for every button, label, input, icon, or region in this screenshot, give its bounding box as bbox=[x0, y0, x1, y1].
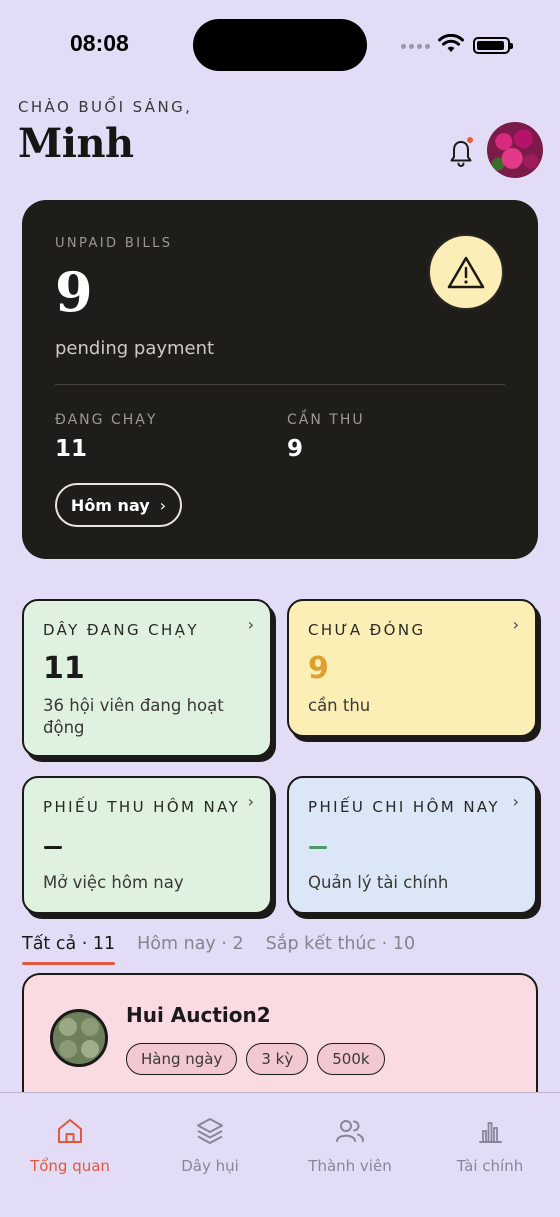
card-subtitle: Mở việc hôm nay bbox=[43, 873, 184, 892]
running-value: 11 bbox=[55, 436, 88, 462]
battery-icon bbox=[473, 37, 513, 54]
card-subtitle: cần thu bbox=[308, 696, 371, 715]
nav-label: Dây hụi bbox=[181, 1157, 239, 1175]
filter-tabs: Tất cả · 11 Hôm nay · 2 Sắp kết thúc · 1… bbox=[22, 934, 415, 965]
to-collect-label: CẦN THU bbox=[287, 412, 365, 428]
warning-icon bbox=[447, 256, 485, 289]
unpaid-card[interactable]: CHƯA ĐÓNG › 9 cần thu bbox=[287, 599, 537, 737]
tab-today[interactable]: Hôm nay · 2 bbox=[137, 934, 243, 963]
tab-ending-soon[interactable]: Sắp kết thúc · 10 bbox=[266, 934, 415, 963]
to-collect-value: 9 bbox=[287, 436, 304, 462]
running-label: ĐANG CHẠY bbox=[55, 412, 158, 428]
chevron-right-icon: › bbox=[159, 495, 167, 515]
today-button[interactable]: Hôm nay › bbox=[55, 483, 182, 527]
dynamic-island bbox=[193, 19, 367, 71]
status-bar: 08:08 bbox=[0, 0, 560, 90]
nav-overview[interactable]: Tổng quan bbox=[0, 1115, 140, 1175]
group-tags: Hàng ngày 3 kỳ 500k bbox=[126, 1043, 385, 1075]
card-value: 11 bbox=[43, 651, 85, 686]
card-subtitle: 36 hội viên đang hoạt động bbox=[43, 696, 224, 737]
today-button-label: Hôm nay bbox=[70, 495, 150, 515]
amount-tag: 500k bbox=[317, 1043, 385, 1075]
unpaid-bills-count: 9 bbox=[55, 260, 93, 324]
chevron-right-icon: › bbox=[247, 792, 254, 811]
avatar[interactable] bbox=[487, 122, 543, 178]
chevron-right-icon: › bbox=[512, 792, 519, 811]
nav-finance[interactable]: Tài chính bbox=[420, 1115, 560, 1175]
nav-label: Tổng quan bbox=[30, 1157, 110, 1175]
warning-badge bbox=[428, 234, 504, 310]
periods-tag: 3 kỳ bbox=[246, 1043, 309, 1075]
wifi-icon bbox=[438, 34, 464, 52]
receipts-today-card[interactable]: PHIẾU THU HÔM NAY › Mở việc hôm nay bbox=[22, 776, 272, 914]
card-title: CHƯA ĐÓNG bbox=[308, 621, 426, 639]
users-icon bbox=[336, 1120, 364, 1142]
group-title: Hui Auction2 bbox=[126, 1003, 271, 1027]
status-time: 08:08 bbox=[70, 30, 129, 56]
nav-members[interactable]: Thành viên bbox=[280, 1115, 420, 1175]
running-groups-card[interactable]: DÂY ĐANG CHẠY › 11 36 hội viên đang hoạt… bbox=[22, 599, 272, 757]
signal-icon bbox=[401, 44, 430, 49]
card-value-empty bbox=[309, 846, 327, 849]
group-avatar bbox=[50, 1009, 108, 1067]
notification-dot bbox=[466, 136, 474, 144]
payments-today-card[interactable]: PHIẾU CHI HÔM NAY › Quản lý tài chính bbox=[287, 776, 537, 914]
chevron-right-icon: › bbox=[247, 615, 254, 634]
card-subtitle: Quản lý tài chính bbox=[308, 873, 449, 892]
user-name: Minh bbox=[18, 120, 134, 167]
card-divider bbox=[55, 384, 505, 385]
unpaid-bills-card: UNPAID BILLS 9 pending payment ĐANG CHẠY… bbox=[22, 200, 538, 559]
nav-label: Thành viên bbox=[308, 1157, 392, 1175]
chevron-right-icon: › bbox=[512, 615, 519, 634]
nav-label: Tài chính bbox=[456, 1157, 524, 1175]
greeting-text: CHÀO BUỔI SÁNG, bbox=[18, 98, 193, 116]
chart-icon bbox=[479, 1122, 502, 1143]
unpaid-bills-label: UNPAID BILLS bbox=[55, 236, 173, 251]
unpaid-bills-subtitle: pending payment bbox=[55, 338, 215, 359]
card-title: PHIẾU THU HÔM NAY bbox=[43, 798, 241, 816]
home-icon bbox=[58, 1119, 82, 1143]
frequency-tag: Hàng ngày bbox=[126, 1043, 238, 1075]
layers-icon bbox=[197, 1118, 223, 1144]
card-value: 9 bbox=[308, 651, 329, 686]
nav-groups[interactable]: Dây hụi bbox=[140, 1115, 280, 1175]
bottom-nav: Tổng quan Dây hụi Thành viên Tài chính bbox=[0, 1092, 560, 1217]
card-title: PHIẾU CHI HÔM NAY bbox=[308, 798, 500, 816]
tab-all[interactable]: Tất cả · 11 bbox=[22, 934, 116, 965]
card-title: DÂY ĐANG CHẠY bbox=[43, 621, 199, 639]
card-value-empty bbox=[44, 846, 62, 849]
